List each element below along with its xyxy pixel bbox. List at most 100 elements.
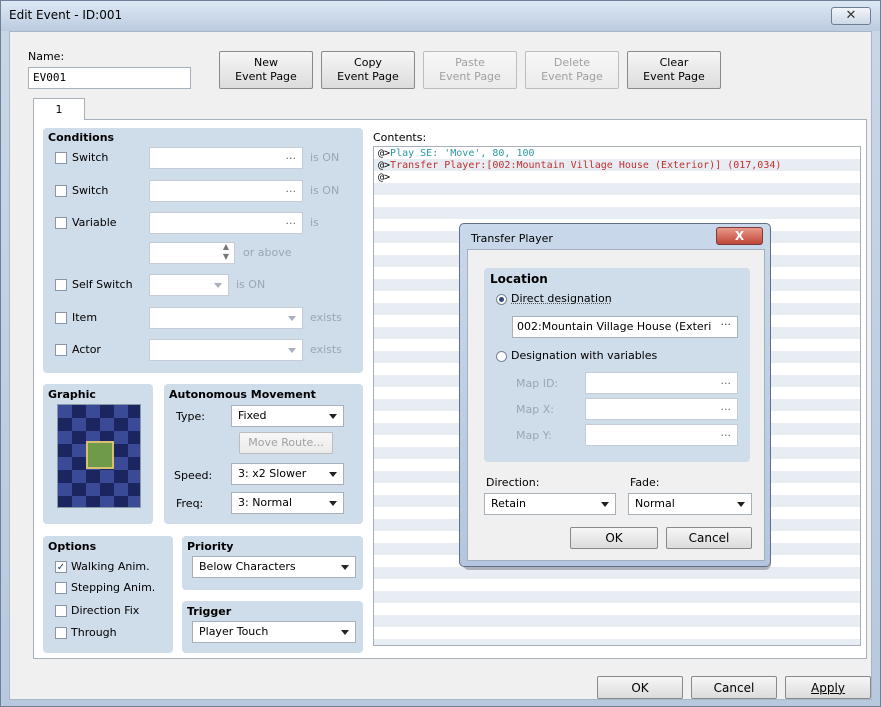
command-line[interactable]: @>: [378, 172, 390, 183]
delete-event-page-button[interactable]: Delete Event Page: [525, 51, 619, 89]
copy-event-page-button[interactable]: Copy Event Page: [321, 51, 415, 89]
name-field[interactable]: EV001: [28, 67, 191, 89]
paste-event-page-label-2: Event Page: [439, 70, 501, 83]
location-panel: Location Direct designation 002:Mountain…: [484, 268, 750, 462]
command-prefix: @>: [378, 148, 391, 159]
stepping-anim-label: Stepping Anim.: [71, 581, 156, 594]
actor-select[interactable]: [149, 339, 303, 361]
transfer-player-dialog: Transfer Player X Location Direct design…: [459, 223, 771, 567]
designation-with-variables-radio[interactable]: [496, 351, 507, 362]
spinner-down-icon[interactable]: ▼: [223, 247, 229, 267]
chevron-down-icon: [329, 414, 337, 419]
location-title: Location: [490, 272, 548, 286]
command-text: Transfer Player:[002:Mountain Village Ho…: [390, 160, 782, 171]
window-close-button[interactable]: ✕: [831, 7, 871, 25]
switch1-field[interactable]: ...: [149, 147, 303, 169]
through-label: Through: [71, 626, 117, 639]
priority-title: Priority: [187, 540, 234, 553]
tab-page-1[interactable]: 1: [33, 98, 85, 120]
item-select[interactable]: [149, 307, 303, 329]
options-panel: Options ✓ Walking Anim. Stepping Anim. D…: [43, 536, 173, 653]
transfer-cancel-button[interactable]: Cancel: [666, 527, 752, 549]
priority-select[interactable]: Below Characters: [192, 556, 356, 578]
variable-checkbox[interactable]: [55, 217, 67, 229]
cancel-button[interactable]: Cancel: [691, 676, 777, 699]
clear-event-page-label-1: Clear: [659, 56, 689, 69]
direction-fix-checkbox[interactable]: [55, 605, 67, 617]
graphic-preview[interactable]: [57, 404, 141, 508]
direction-select[interactable]: Retain: [484, 493, 616, 515]
map-location-dots: ···: [720, 318, 732, 331]
direct-designation-radio[interactable]: [496, 294, 507, 305]
speed-select[interactable]: 3: x2 Slower: [231, 463, 344, 485]
clear-event-page-button[interactable]: Clear Event Page: [627, 51, 721, 89]
walking-anim-label: Walking Anim.: [71, 560, 150, 573]
command-line[interactable]: @>Play SE: 'Move', 80, 100: [378, 148, 535, 159]
delete-event-page-label-1: Delete: [553, 56, 591, 69]
switch1-suffix: is ON: [310, 151, 340, 164]
self-switch-checkbox[interactable]: [55, 279, 67, 291]
self-switch-select[interactable]: [149, 274, 229, 296]
transfer-close-button[interactable]: X: [716, 227, 763, 245]
freq-select[interactable]: 3: Normal: [231, 492, 344, 514]
through-checkbox[interactable]: [55, 627, 67, 639]
window-title: Edit Event - ID:001: [9, 8, 123, 22]
actor-label: Actor: [72, 343, 101, 356]
graphic-title: Graphic: [48, 388, 96, 401]
ok-button[interactable]: OK: [597, 676, 683, 699]
map-x-field[interactable]: ...: [585, 398, 738, 420]
chevron-down-icon: [288, 348, 296, 353]
command-prefix: @>: [378, 160, 391, 171]
item-checkbox[interactable]: [55, 312, 67, 324]
speed-value: 3: x2 Slower: [238, 467, 307, 480]
stepping-anim-checkbox[interactable]: [55, 582, 67, 594]
chevron-down-icon: [329, 501, 337, 506]
actor-checkbox[interactable]: [55, 344, 67, 356]
map-y-label: Map Y:: [516, 429, 552, 442]
type-label: Type:: [176, 410, 205, 423]
switch1-checkbox[interactable]: [55, 152, 67, 164]
command-prefix: @>: [378, 172, 391, 183]
transfer-ok-button[interactable]: OK: [570, 527, 658, 549]
new-event-page-label-2: Event Page: [235, 70, 297, 83]
event-sprite-image: [86, 441, 114, 469]
chevron-down-icon: [601, 502, 609, 507]
priority-panel: Priority Below Characters: [182, 536, 363, 590]
transfer-client-area: Location Direct designation 002:Mountain…: [467, 249, 765, 561]
paste-event-page-button[interactable]: Paste Event Page: [423, 51, 517, 89]
map-id-dots: ...: [720, 374, 732, 387]
edit-event-window: Edit Event - ID:001 ✕ Name: EV001 New Eve…: [0, 0, 881, 707]
apply-button[interactable]: Apply: [785, 676, 871, 699]
map-x-label: Map X:: [516, 403, 554, 416]
walking-anim-checkbox[interactable]: ✓: [55, 561, 67, 573]
fade-select[interactable]: Normal: [628, 493, 752, 515]
chevron-down-icon: [341, 565, 349, 570]
conditions-title: Conditions: [48, 131, 115, 144]
designation-with-variables-label: Designation with variables: [511, 349, 658, 362]
variable-field[interactable]: ...: [149, 212, 303, 234]
direction-label: Direction:: [486, 476, 540, 489]
new-event-page-button[interactable]: New Event Page: [219, 51, 313, 89]
switch2-checkbox[interactable]: [55, 185, 67, 197]
type-select[interactable]: Fixed: [231, 405, 344, 427]
type-value: Fixed: [238, 409, 267, 422]
speed-label: Speed:: [174, 469, 213, 482]
variable-value-spinner[interactable]: ▲ ▼: [149, 242, 235, 264]
freq-label: Freq:: [176, 497, 204, 510]
move-route-button[interactable]: Move Route...: [239, 432, 333, 454]
command-line[interactable]: @>Transfer Player:[002:Mountain Village …: [378, 160, 781, 171]
direction-fix-label: Direction Fix: [71, 604, 140, 617]
chevron-down-icon: [214, 283, 222, 288]
map-y-field[interactable]: ...: [585, 424, 738, 446]
fade-value: Normal: [635, 497, 675, 510]
transfer-player-title: Transfer Player: [471, 232, 553, 245]
switch1-dots: ...: [285, 149, 297, 162]
map-id-field[interactable]: ...: [585, 372, 738, 394]
trigger-select[interactable]: Player Touch: [192, 621, 356, 643]
paste-event-page-label-1: Paste: [455, 56, 485, 69]
switch2-field[interactable]: ...: [149, 180, 303, 202]
conditions-panel: Conditions Switch ... is ON Switch ... i…: [43, 128, 363, 373]
autonomous-movement-title: Autonomous Movement: [169, 388, 316, 401]
self-switch-suffix: is ON: [236, 278, 266, 291]
map-location-field[interactable]: 002:Mountain Village House (Exteri ···: [512, 316, 738, 338]
